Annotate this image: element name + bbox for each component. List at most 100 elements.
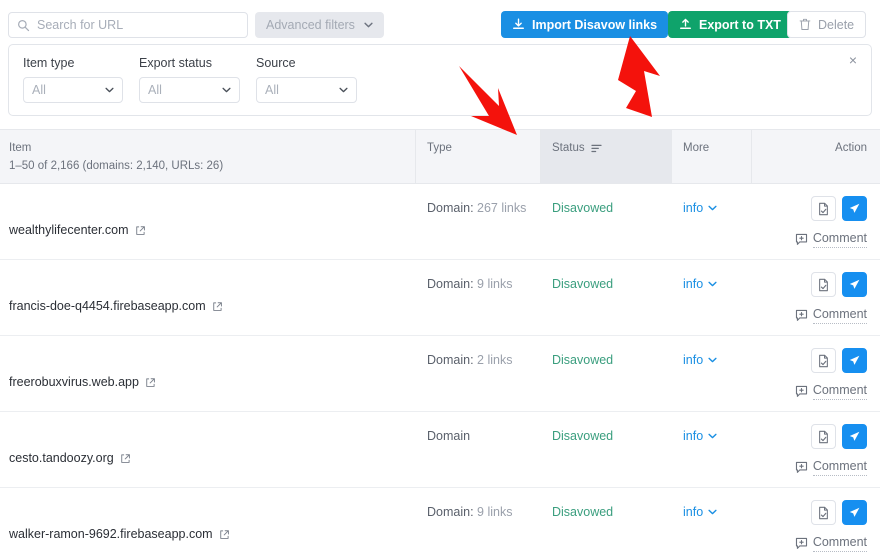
filter-source-value: All	[265, 83, 279, 97]
action-buttons	[811, 272, 867, 297]
info-label: info	[683, 353, 704, 367]
info-dropdown[interactable]: info	[683, 429, 717, 443]
type-label: Domain:	[427, 505, 474, 519]
send-disavow-button[interactable]	[842, 500, 867, 525]
cell-action: Comment	[752, 412, 880, 487]
comment-button[interactable]: Comment	[795, 459, 867, 476]
document-check-button[interactable]	[811, 424, 836, 449]
comment-add-icon	[795, 385, 807, 397]
column-header-more: More	[672, 130, 752, 183]
column-header-type-label: Type	[427, 142, 452, 154]
import-button-label: Import Disavow links	[532, 17, 658, 32]
send-disavow-button[interactable]	[842, 272, 867, 297]
comment-button[interactable]: Comment	[795, 231, 867, 248]
document-check-icon	[819, 430, 828, 443]
cell-status: Disavowed	[541, 184, 672, 259]
filter-source-select[interactable]: All	[256, 77, 357, 103]
table-row: walker-ramon-9692.firebaseapp.com Domain…	[0, 488, 880, 560]
chevron-down-icon	[339, 87, 348, 93]
table-row: cesto.tandoozy.org Domain Disavowed info	[0, 412, 880, 488]
document-check-button[interactable]	[811, 500, 836, 525]
comment-button[interactable]: Comment	[795, 383, 867, 400]
status-badge: Disavowed	[552, 277, 614, 291]
import-disavow-links-button[interactable]: Import Disavow links	[501, 11, 669, 38]
cell-item[interactable]: walker-ramon-9692.firebaseapp.com	[0, 488, 416, 560]
comment-add-icon	[795, 309, 807, 321]
pagination-summary: 1–50 of 2,166 (domains: 2,140, URLs: 26)	[9, 160, 224, 172]
export-upload-icon	[680, 18, 691, 30]
cell-type: Domain: 9 links	[416, 260, 541, 335]
column-header-type[interactable]: Type	[416, 130, 541, 183]
action-buttons	[811, 500, 867, 525]
search-input[interactable]	[37, 18, 239, 32]
info-dropdown[interactable]: info	[683, 353, 717, 367]
cell-item[interactable]: freerobuxvirus.web.app	[0, 336, 416, 411]
trash-icon	[799, 18, 811, 31]
filter-item-type-value: All	[32, 83, 46, 97]
paper-plane-icon	[849, 279, 860, 289]
export-button-label: Export to TXT	[699, 17, 781, 32]
cell-status: Disavowed	[541, 488, 672, 560]
filter-export-status-select[interactable]: All	[139, 77, 240, 103]
table-header-row: Item 1–50 of 2,166 (domains: 2,140, URLs…	[0, 129, 880, 184]
filter-export-status: Export status All	[139, 56, 240, 103]
info-dropdown[interactable]: info	[683, 505, 717, 519]
info-label: info	[683, 429, 704, 443]
cell-action: Comment	[752, 488, 880, 560]
status-badge: Disavowed	[552, 201, 614, 215]
cell-item[interactable]: cesto.tandoozy.org	[0, 412, 416, 487]
send-disavow-button[interactable]	[842, 196, 867, 221]
send-disavow-button[interactable]	[842, 424, 867, 449]
paper-plane-icon	[849, 203, 860, 213]
chevron-down-icon	[708, 205, 717, 211]
chevron-down-icon	[708, 433, 717, 439]
cell-type: Domain: 2 links	[416, 336, 541, 411]
cell-item[interactable]: francis-doe-q4454.firebaseapp.com	[0, 260, 416, 335]
external-link-icon[interactable]	[219, 529, 230, 540]
type-count: 2 links	[477, 353, 513, 367]
chevron-down-icon	[708, 509, 717, 515]
export-to-txt-button[interactable]: Export to TXT	[668, 11, 792, 38]
column-header-status[interactable]: Status	[541, 130, 672, 183]
sort-descending-icon	[590, 144, 602, 153]
cell-item[interactable]: wealthylifecenter.com	[0, 184, 416, 259]
info-dropdown[interactable]: info	[683, 277, 717, 291]
comment-add-icon	[795, 461, 807, 473]
import-download-icon	[513, 18, 524, 30]
send-disavow-button[interactable]	[842, 348, 867, 373]
table-row: wealthylifecenter.com Domain: 267 links …	[0, 184, 880, 260]
action-buttons	[811, 196, 867, 221]
comment-add-icon	[795, 537, 807, 549]
filter-item-type-label: Item type	[23, 56, 75, 70]
comment-add-icon	[795, 233, 807, 245]
comment-button[interactable]: Comment	[795, 307, 867, 324]
comment-label: Comment	[812, 231, 867, 248]
external-link-icon[interactable]	[120, 453, 131, 464]
comment-label: Comment	[812, 459, 867, 476]
document-check-button[interactable]	[811, 196, 836, 221]
document-check-button[interactable]	[811, 272, 836, 297]
document-check-icon	[819, 202, 828, 215]
type-count: 9 links	[477, 277, 513, 291]
close-icon[interactable]: ×	[844, 51, 862, 69]
status-badge: Disavowed	[552, 505, 614, 519]
external-link-icon[interactable]	[212, 301, 223, 312]
item-domain-label: cesto.tandoozy.org	[9, 451, 114, 465]
type-count: 267 links	[477, 201, 527, 215]
type-label: Domain	[427, 429, 471, 443]
cell-more: info	[672, 336, 752, 411]
advanced-filters-button[interactable]: Advanced filters	[255, 12, 384, 38]
info-dropdown[interactable]: info	[683, 201, 717, 215]
comment-label: Comment	[812, 383, 867, 400]
delete-button[interactable]: Delete	[787, 11, 867, 38]
search-box[interactable]	[8, 12, 248, 38]
type-label: Domain:	[427, 277, 474, 291]
external-link-icon[interactable]	[135, 225, 146, 236]
comment-button[interactable]: Comment	[795, 535, 867, 552]
column-header-item-label: Item	[9, 142, 32, 154]
cell-type: Domain: 267 links	[416, 184, 541, 259]
filter-item-type-select[interactable]: All	[23, 77, 123, 103]
external-link-icon[interactable]	[145, 377, 156, 388]
column-header-status-label: Status	[552, 142, 585, 154]
document-check-button[interactable]	[811, 348, 836, 373]
